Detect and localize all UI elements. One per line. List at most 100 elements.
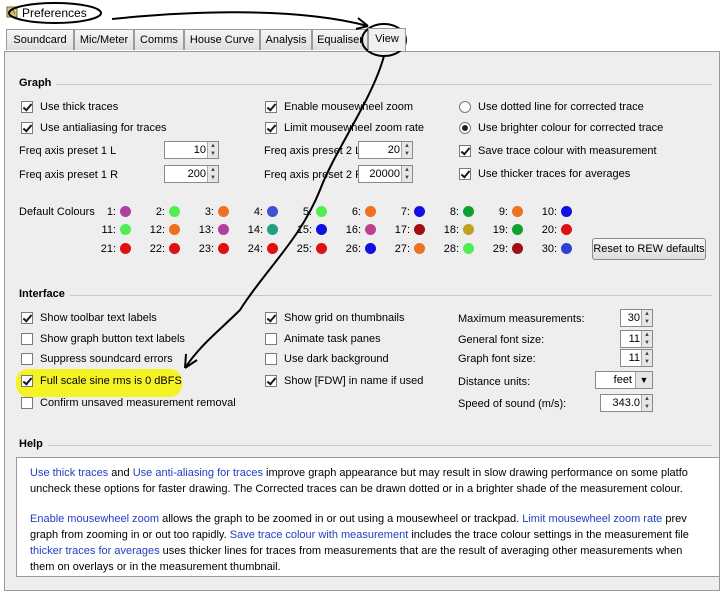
help-link-mousewheel-zoom: Enable mousewheel zoom [30, 513, 160, 525]
colour-swatch[interactable] [120, 224, 131, 235]
freq-preset-1r-spinner[interactable]: 200 ▲ ▼ [164, 165, 219, 183]
colour-swatch[interactable] [218, 224, 229, 235]
spinner-arrows-icon[interactable]: ▲ ▼ [641, 350, 652, 366]
spinner-arrows-icon[interactable]: ▲ ▼ [641, 395, 652, 411]
colour-swatch[interactable] [218, 206, 229, 217]
colour-swatch[interactable] [463, 243, 474, 254]
help-text: uncheck these options for faster drawing… [30, 483, 683, 495]
radio-selected [459, 122, 471, 134]
spinner-arrows-icon[interactable]: ▲ ▼ [207, 166, 218, 182]
tab-soundcard[interactable]: Soundcard [6, 29, 74, 50]
checkbox-checked [459, 145, 471, 157]
colour-swatch[interactable] [316, 243, 327, 254]
colour-swatch[interactable] [169, 224, 180, 235]
freq-preset-2r-spinner[interactable]: 20000 ▲ ▼ [358, 165, 413, 183]
colour-number-label: 1: [106, 206, 116, 218]
help-section-heading: Help [19, 438, 43, 450]
colour-number-label: 23: [198, 243, 214, 255]
colour-swatch[interactable] [267, 243, 278, 254]
speed-of-sound-spinner[interactable]: 343.0 ▲ ▼ [600, 394, 653, 412]
spinner-arrows-icon[interactable]: ▲ ▼ [641, 310, 652, 326]
colour-number-label: 12: [149, 224, 165, 236]
colour-swatch[interactable] [267, 206, 278, 217]
colour-swatch[interactable] [365, 243, 376, 254]
freq-preset-2l-spinner[interactable]: 20 ▲ ▼ [358, 141, 413, 159]
tab-house-curve[interactable]: House Curve [184, 29, 260, 50]
checkbox-unchecked [265, 353, 277, 365]
colour-swatch[interactable] [512, 243, 523, 254]
colour-swatch[interactable] [169, 206, 180, 217]
colour-swatch[interactable] [267, 224, 278, 235]
suppress-soundcard-errors-checkbox[interactable]: Suppress soundcard errors [21, 351, 173, 367]
colour-swatch[interactable] [414, 206, 425, 217]
colour-swatch[interactable] [561, 224, 572, 235]
general-font-size-spinner[interactable]: 11 ▲ ▼ [620, 330, 653, 348]
tab-equaliser[interactable]: Equaliser [312, 29, 368, 50]
colour-swatch[interactable] [561, 243, 572, 254]
max-measurements-spinner[interactable]: 30 ▲ ▼ [620, 309, 653, 327]
tab-analysis[interactable]: Analysis [260, 29, 312, 50]
full-scale-sine-checkbox[interactable]: Full scale sine rms is 0 dBFS [21, 373, 182, 389]
enable-mousewheel-zoom-checkbox[interactable]: Enable mousewheel zoom [265, 99, 413, 115]
limit-mousewheel-zoom-checkbox[interactable]: Limit mousewheel zoom rate [265, 120, 424, 136]
confirm-unsaved-checkbox[interactable]: Confirm unsaved measurement removal [21, 395, 236, 411]
chevron-down-icon[interactable]: ▼ [635, 372, 652, 388]
dotted-line-radio[interactable]: Use dotted line for corrected trace [459, 99, 644, 115]
freq-preset-1l-label: Freq axis preset 1 L [19, 145, 117, 157]
colour-swatch[interactable] [414, 224, 425, 235]
colour-swatch[interactable] [512, 206, 523, 217]
distance-units-label: Distance units: [458, 376, 531, 388]
tab-comms[interactable]: Comms [134, 29, 184, 50]
colour-swatch[interactable] [365, 206, 376, 217]
animate-task-panes-checkbox[interactable]: Animate task panes [265, 331, 381, 347]
freq-preset-1l-spinner[interactable]: 10 ▲ ▼ [164, 141, 219, 159]
spinner-arrows-icon[interactable]: ▲ ▼ [207, 142, 218, 158]
help-divider [48, 445, 712, 446]
checkbox-checked [459, 168, 471, 180]
use-dark-background-checkbox[interactable]: Use dark background [265, 351, 389, 367]
colour-swatch[interactable] [218, 243, 229, 254]
colour-swatch[interactable] [120, 206, 131, 217]
checkbox-label: Confirm unsaved measurement removal [40, 397, 236, 409]
help-text-area: Use thick traces and Use anti-aliasing f… [16, 457, 720, 577]
thicker-traces-avg-checkbox[interactable]: Use thicker traces for averages [459, 166, 630, 182]
spinner-arrows-icon[interactable]: ▲ ▼ [641, 331, 652, 347]
spinner-value: 200 [187, 168, 206, 180]
colour-number-label: 16: [345, 224, 361, 236]
help-text: them on overlays or in the measurement t… [30, 561, 281, 573]
save-trace-colour-checkbox[interactable]: Save trace colour with measurement [459, 143, 657, 159]
colour-number-label: 7: [400, 206, 410, 218]
colour-number-label: 19: [492, 224, 508, 236]
use-antialiasing-checkbox[interactable]: Use antialiasing for traces [21, 120, 167, 136]
checkbox-label: Animate task panes [284, 333, 381, 345]
show-grid-thumbnails-checkbox[interactable]: Show grid on thumbnails [265, 310, 404, 326]
colour-swatch[interactable] [463, 206, 474, 217]
interface-divider [70, 295, 712, 296]
colour-number-label: 14: [247, 224, 263, 236]
colour-swatch[interactable] [316, 206, 327, 217]
tab-mic-meter[interactable]: Mic/Meter [74, 29, 134, 50]
brighter-colour-radio[interactable]: Use brighter colour for corrected trace [459, 120, 663, 136]
colour-swatch[interactable] [316, 224, 327, 235]
show-toolbar-text-checkbox[interactable]: Show toolbar text labels [21, 310, 157, 326]
colour-swatch[interactable] [561, 206, 572, 217]
graph-font-size-spinner[interactable]: 11 ▲ ▼ [620, 349, 653, 367]
tab-view[interactable]: View [368, 28, 406, 51]
help-text: allows the graph to be zoomed in or out … [159, 513, 523, 525]
distance-units-dropdown[interactable]: feet ▼ [595, 371, 653, 389]
spinner-arrows-icon[interactable]: ▲ ▼ [401, 166, 412, 182]
radio-label: Use dotted line for corrected trace [478, 101, 644, 113]
show-fdw-checkbox[interactable]: Show [FDW] in name if used [265, 373, 423, 389]
colour-swatch[interactable] [365, 224, 376, 235]
show-graph-button-text-checkbox[interactable]: Show graph button text labels [21, 331, 185, 347]
colour-swatch[interactable] [169, 243, 180, 254]
colour-swatch[interactable] [512, 224, 523, 235]
colour-swatch[interactable] [414, 243, 425, 254]
colour-swatch[interactable] [463, 224, 474, 235]
reset-to-rew-defaults-button[interactable]: Reset to REW defaults [592, 238, 706, 260]
colour-swatch[interactable] [120, 243, 131, 254]
use-thick-traces-checkbox[interactable]: Use thick traces [21, 99, 118, 115]
freq-preset-1r-label: Freq axis preset 1 R [19, 169, 119, 181]
checkbox-checked [265, 122, 277, 134]
spinner-arrows-icon[interactable]: ▲ ▼ [401, 142, 412, 158]
